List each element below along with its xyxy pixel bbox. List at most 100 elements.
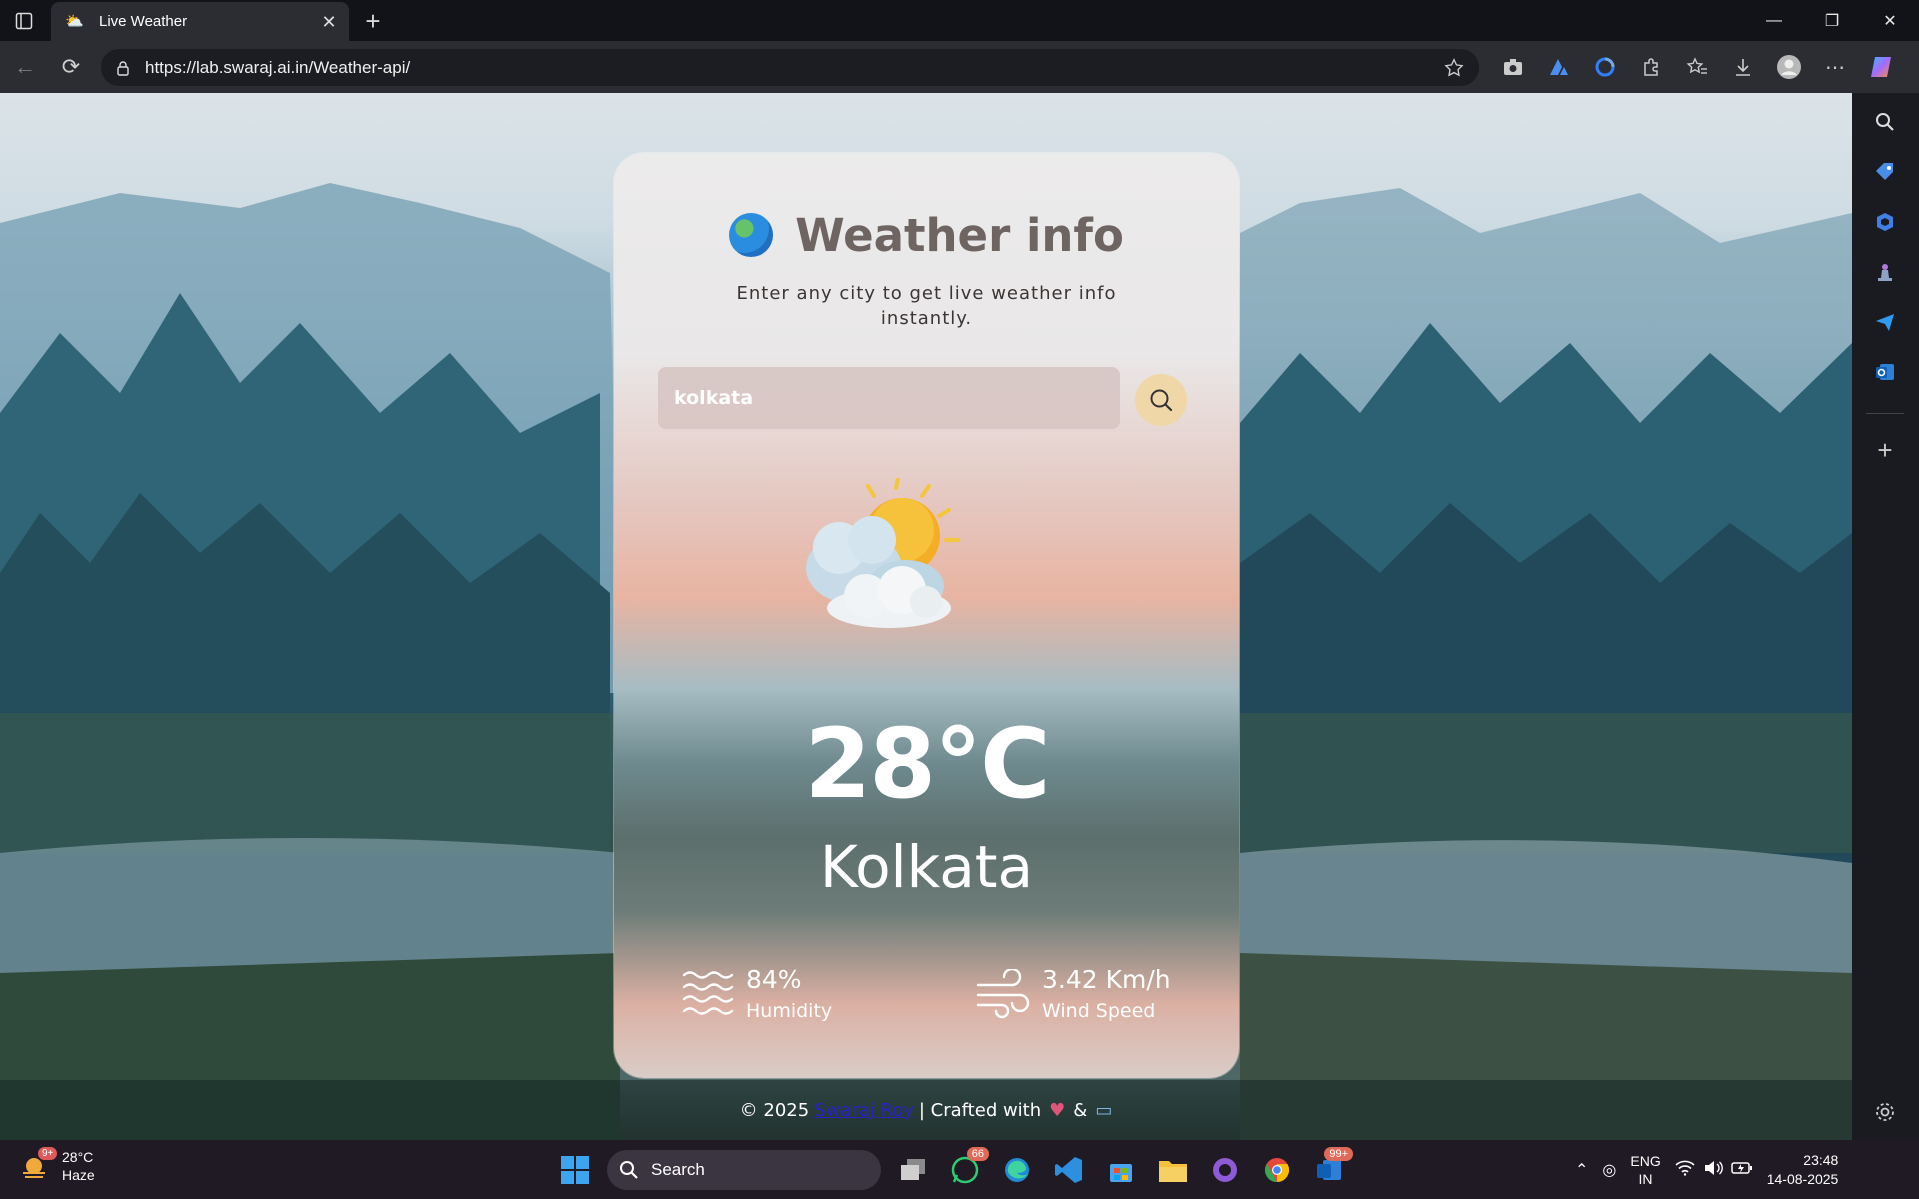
browser-sidebar: + xyxy=(1852,93,1919,1140)
taskbar-weather-desc: Haze xyxy=(62,1167,95,1183)
refresh-button[interactable]: ⟳ xyxy=(48,47,94,87)
sidebar-search-icon[interactable] xyxy=(1868,105,1902,139)
sidebar-shopping-tag-icon[interactable] xyxy=(1868,155,1902,189)
address-bar[interactable]: https://lab.swaraj.ai.in/Weather-api/ xyxy=(101,49,1479,86)
tab-actions-icon xyxy=(15,12,33,29)
weather-alert-badge: 9+ xyxy=(38,1147,58,1160)
page-footer: © 2025 Swaraj Roy | Crafted with ♥ & ▭ xyxy=(0,1080,1852,1140)
tab-live-weather[interactable]: ⛅ Live Weather ✕ xyxy=(51,2,349,41)
close-tab-icon[interactable]: ✕ xyxy=(319,12,339,32)
profile-avatar-icon[interactable] xyxy=(1766,47,1812,87)
humidity-value: 84% xyxy=(746,965,802,994)
vscode-icon[interactable] xyxy=(1043,1147,1095,1193)
extensions-puzzle-icon[interactable] xyxy=(1628,47,1674,87)
show-hidden-icons-chevron-icon[interactable]: ⌃ xyxy=(1575,1160,1588,1180)
humidity-label: Humidity xyxy=(746,1000,833,1022)
footer-ampersand: & xyxy=(1073,1099,1088,1121)
clock-date: 14-08-2025 xyxy=(1766,1170,1839,1187)
task-view-icon[interactable] xyxy=(887,1147,939,1193)
footer-crafted: | Crafted with xyxy=(918,1099,1042,1121)
whatsapp-badge: 66 xyxy=(966,1147,989,1161)
sidebar-settings-icon[interactable] xyxy=(1868,1095,1902,1129)
close-window-button[interactable]: ✕ xyxy=(1861,0,1919,41)
weather-card: Weather info Enter any city to get live … xyxy=(614,153,1239,1078)
tab-title: Live Weather xyxy=(99,13,188,30)
whatsapp-icon[interactable]: 66 xyxy=(939,1147,991,1193)
system-tray: ⌃ ◎ ENG IN 23:48 14-08-2025 xyxy=(1575,1140,1838,1199)
wifi-icon[interactable] xyxy=(1675,1160,1695,1179)
weather-favicon-icon: ⛅ xyxy=(65,12,84,30)
favorite-star-icon[interactable] xyxy=(1443,57,1465,79)
windows-taskbar: 9+ 28°C Haze Search 66 99+ ⌃ ◎ ENG IN 23… xyxy=(0,1140,1919,1199)
favorites-icon[interactable] xyxy=(1674,47,1720,87)
search-icon xyxy=(1150,389,1173,412)
sidebar-add-icon[interactable]: + xyxy=(1868,433,1902,467)
sidebar-copilot-icon[interactable] xyxy=(1868,205,1902,239)
edge-icon[interactable] xyxy=(991,1147,1043,1193)
temperature-value: 28°C xyxy=(804,708,1050,820)
new-tab-button[interactable]: + xyxy=(356,4,390,38)
restore-button[interactable]: ❐ xyxy=(1803,0,1861,41)
lang-region: IN xyxy=(1638,1170,1653,1187)
downloads-icon[interactable] xyxy=(1720,47,1766,87)
wind-speed-value: 3.42 Km/h xyxy=(1042,965,1171,994)
sidebar-send-icon[interactable] xyxy=(1868,305,1902,339)
tab-strip: ⛅ Live Weather ✕ + — ❐ ✕ xyxy=(0,0,1919,41)
wind-stat: 3.42 Km/h Wind Speed xyxy=(976,965,1171,1025)
footer-copyright: © 2025 xyxy=(739,1099,810,1121)
taskbar-search-icon xyxy=(620,1161,638,1179)
search-row xyxy=(658,367,1198,429)
outlook-icon[interactable]: 99+ xyxy=(1303,1147,1355,1193)
author-link[interactable]: Swaraj Roy xyxy=(814,1100,914,1121)
toolbar-actions: ⋯ xyxy=(1490,41,1904,93)
minimize-button[interactable]: — xyxy=(1745,0,1803,41)
microsoft-store-icon[interactable] xyxy=(1095,1147,1147,1193)
extension-sync-icon[interactable] xyxy=(1582,47,1628,87)
lang-code: ENG xyxy=(1630,1152,1661,1169)
humidity-waves-icon xyxy=(682,971,734,1015)
sidebar-divider xyxy=(1866,413,1904,414)
city-name: Kolkata xyxy=(819,833,1034,901)
sun-behind-clouds-icon xyxy=(806,478,960,628)
taskbar-search-label: Search xyxy=(651,1160,705,1179)
file-explorer-icon[interactable] xyxy=(1147,1147,1199,1193)
more-options-icon[interactable]: ⋯ xyxy=(1812,47,1858,87)
app-subtitle: Enter any city to get live weather info … xyxy=(736,283,1117,329)
chrome-icon[interactable] xyxy=(1251,1147,1303,1193)
browser-window: ⛅ Live Weather ✕ + — ❐ ✕ ← ⟳ https://lab… xyxy=(0,0,1919,1199)
github-desktop-icon[interactable] xyxy=(1199,1147,1251,1193)
search-button[interactable] xyxy=(1135,374,1187,426)
app-title: Weather info xyxy=(614,209,1239,262)
sidebar-games-icon[interactable] xyxy=(1868,255,1902,289)
window-controls: — ❐ ✕ xyxy=(1745,0,1919,41)
system-clock[interactable]: 23:48 14-08-2025 xyxy=(1767,1151,1839,1189)
taskbar-apps: Search 66 99+ xyxy=(549,1145,1355,1195)
laptop-icon: ▭ xyxy=(1095,1099,1113,1121)
taskbar-weather-temp: 28°C xyxy=(62,1149,94,1165)
volume-icon[interactable] xyxy=(1703,1160,1723,1179)
extension-a-icon[interactable] xyxy=(1536,47,1582,87)
tray-app-icon[interactable]: ◎ xyxy=(1602,1160,1616,1180)
clock-time: 23:48 xyxy=(1803,1151,1839,1168)
tab-actions-button[interactable] xyxy=(0,0,48,41)
web-page: Weather info Enter any city to get live … xyxy=(0,93,1852,1140)
copilot-icon[interactable] xyxy=(1858,47,1904,87)
sidebar-outlook-icon[interactable] xyxy=(1868,355,1902,389)
taskbar-weather-icon: 9+ xyxy=(20,1147,58,1181)
battery-icon[interactable] xyxy=(1730,1161,1753,1178)
humidity-stat: 84% Humidity xyxy=(682,965,832,1025)
taskbar-search-box[interactable]: Search xyxy=(607,1150,881,1190)
globe-icon xyxy=(729,213,774,257)
wind-icon xyxy=(976,969,1030,1019)
back-button[interactable]: ← xyxy=(2,47,48,87)
browser-toolbar: ← ⟳ https://lab.swaraj.ai.in/Weather-api… xyxy=(0,41,1919,93)
input-language-indicator[interactable]: ENG IN xyxy=(1630,1152,1660,1188)
screenshot-icon[interactable] xyxy=(1490,47,1536,87)
outlook-badge: 99+ xyxy=(1324,1147,1353,1161)
start-button[interactable] xyxy=(549,1147,601,1193)
app-title-text: Weather info xyxy=(795,209,1124,262)
heart-icon: ♥ xyxy=(1049,1099,1066,1121)
url-text: https://lab.swaraj.ai.in/Weather-api/ xyxy=(145,57,411,77)
city-search-input[interactable] xyxy=(658,367,1120,429)
taskbar-weather-widget[interactable]: 9+ 28°C Haze xyxy=(20,1147,95,1184)
